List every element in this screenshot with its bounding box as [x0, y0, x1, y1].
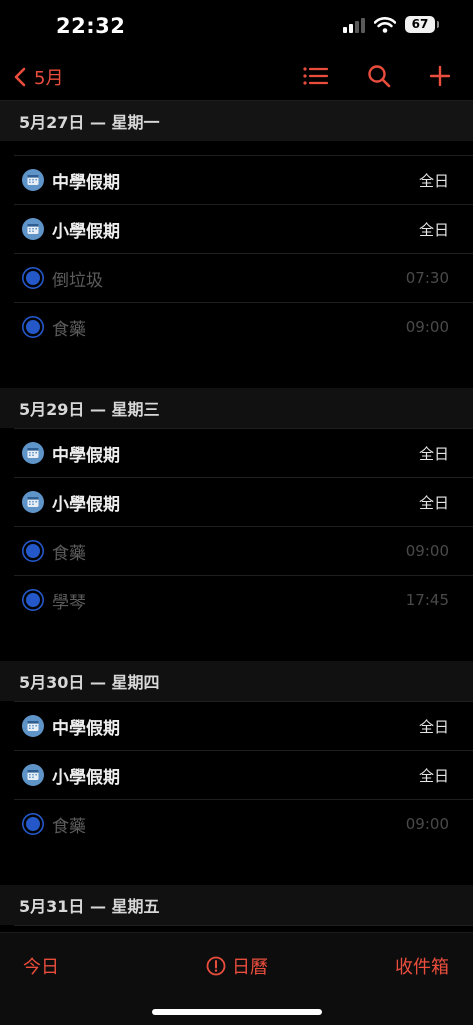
status-bar: 22:32 67: [0, 0, 473, 56]
event-title: 學琴: [52, 592, 86, 613]
cellular-signal-icon: [343, 17, 365, 33]
event-time: 07:30: [405, 269, 449, 287]
circle-icon: [22, 589, 44, 611]
event-title: 中學假期: [52, 445, 120, 466]
search-icon[interactable]: [367, 64, 391, 88]
event-title: 中學假期: [52, 718, 120, 739]
event-title: 倒垃圾: [52, 270, 103, 291]
event-title: 小學假期: [52, 221, 120, 242]
event-row[interactable]: 中學假期 全日: [14, 701, 473, 750]
calendar-icon: [22, 218, 44, 240]
event-time: 全日: [418, 493, 449, 512]
event-row[interactable]: 食藥 09:00: [14, 526, 473, 575]
event-row[interactable]: 學琴 17:45: [14, 575, 473, 624]
event-row[interactable]: 小學假期 全日: [14, 477, 473, 526]
back-button[interactable]: 5月: [14, 64, 63, 90]
event-time: 全日: [418, 766, 449, 785]
section-header: 5月29日 — 星期三: [0, 388, 473, 428]
event-time: 09:00: [405, 815, 449, 833]
circle-icon: [22, 540, 44, 562]
today-button[interactable]: 今日: [23, 953, 59, 979]
wifi-icon: [374, 16, 396, 33]
event-title: 食藥: [52, 816, 86, 837]
battery-icon: 67: [405, 16, 439, 33]
list-view-icon[interactable]: [303, 66, 329, 86]
event-row[interactable]: 中學假期全日: [14, 925, 473, 932]
alert-circle-icon: [206, 956, 226, 976]
calendar-icon: [22, 764, 44, 786]
circle-icon: [22, 267, 44, 289]
event-row[interactable]: 倒垃圾 07:30: [14, 253, 473, 302]
event-row[interactable]: 小學假期 全日: [14, 750, 473, 799]
event-title: 食藥: [52, 543, 86, 564]
nav-actions: [303, 64, 451, 88]
section-header: 5月31日 — 星期五: [0, 885, 473, 925]
circle-icon: [22, 316, 44, 338]
event-time: 全日: [418, 717, 449, 736]
event-row[interactable]: 食藥 09:00: [14, 302, 473, 351]
event-time: 09:00: [405, 542, 449, 560]
agenda-list[interactable]: 5月27日 — 星期一 中學假期 全日 小學假期 全日 倒垃圾 07:30 食藥 09:00 5月…: [0, 100, 473, 932]
calendar-icon: [22, 491, 44, 513]
calendar-icon: [22, 169, 44, 191]
event-row[interactable]: 中學假期 全日: [14, 428, 473, 477]
add-icon[interactable]: [429, 65, 451, 87]
home-indicator[interactable]: [152, 1009, 322, 1015]
nav-bar: 5月: [0, 56, 473, 100]
calendars-button[interactable]: 日曆: [206, 953, 268, 979]
event-time: 09:00: [405, 318, 449, 336]
event-time: 全日: [418, 171, 449, 190]
section-header: 5月27日 — 星期一: [0, 100, 473, 141]
section-header: 5月30日 — 星期四: [0, 661, 473, 701]
back-label: 5月: [34, 68, 64, 89]
chevron-left-icon: [14, 67, 26, 87]
event-time: 全日: [418, 220, 449, 239]
status-icons: 67: [343, 16, 439, 33]
calendar-icon: [22, 715, 44, 737]
event-row[interactable]: 小學假期 全日: [14, 204, 473, 253]
event-row[interactable]: 中學假期 全日: [14, 155, 473, 204]
event-title: 小學假期: [52, 767, 120, 788]
status-time: 22:32: [56, 14, 126, 38]
event-time: 全日: [418, 444, 449, 463]
calendar-icon: [22, 442, 44, 464]
event-title: 小學假期: [52, 494, 120, 515]
event-time: 17:45: [405, 591, 449, 609]
calendars-label: 日曆: [232, 957, 268, 978]
event-row[interactable]: 食藥 09:00: [14, 799, 473, 848]
inbox-button[interactable]: 收件箱: [395, 953, 449, 979]
event-title: 中學假期: [52, 172, 120, 193]
event-title: 食藥: [52, 319, 86, 340]
circle-icon: [22, 813, 44, 835]
